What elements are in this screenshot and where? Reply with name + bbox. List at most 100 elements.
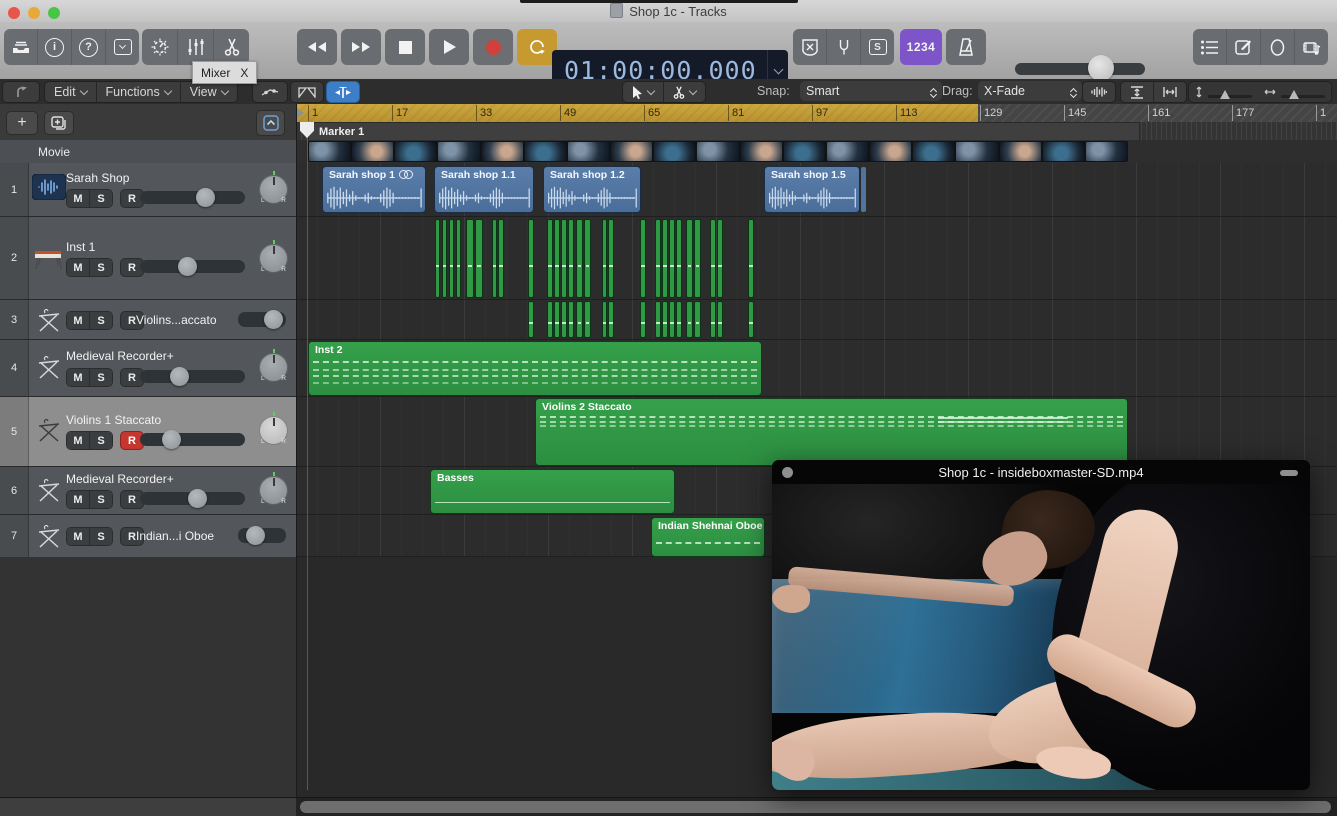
solo-mode-button[interactable]: S: [861, 29, 894, 65]
mute-button[interactable]: M: [67, 432, 89, 449]
midi-region-slice[interactable]: [456, 219, 461, 298]
play-button[interactable]: [429, 29, 469, 65]
midi-region-slice[interactable]: [449, 219, 454, 298]
mute-button[interactable]: M: [67, 491, 89, 508]
editors-button[interactable]: [214, 29, 249, 65]
track-name[interactable]: Violins...accato: [136, 313, 217, 327]
panel-divider[interactable]: [296, 104, 297, 797]
midi-region-slice[interactable]: [547, 301, 553, 338]
midi-region-slice[interactable]: [435, 219, 440, 298]
view-menu[interactable]: View: [181, 82, 237, 102]
volume-thumb[interactable]: [196, 188, 215, 207]
marker-region[interactable]: Marker 1: [308, 122, 1140, 141]
toolbar-toggle-button[interactable]: [106, 29, 139, 65]
midi-region-slice[interactable]: [676, 219, 682, 298]
audio-region[interactable]: Sarah shop 1.5: [764, 166, 860, 213]
movie-filmstrip[interactable]: [308, 141, 1128, 162]
track-header-1[interactable]: 1 Sarah Shop MS R LR: [0, 163, 296, 217]
audio-region-fragment[interactable]: [861, 167, 866, 212]
midi-region-slice[interactable]: [602, 219, 607, 298]
midi-region-slice[interactable]: [669, 219, 675, 298]
volume-thumb[interactable]: [178, 257, 197, 276]
smart-controls-button[interactable]: [142, 29, 178, 65]
midi-region-slice[interactable]: [676, 301, 682, 338]
midi-region-slice[interactable]: [528, 219, 534, 298]
track-name[interactable]: Violins 1 Staccato: [66, 413, 161, 427]
stop-button[interactable]: [385, 29, 425, 65]
solo-button[interactable]: S: [89, 491, 112, 508]
secondary-tool-menu[interactable]: [664, 82, 705, 102]
midi-region-slice[interactable]: [608, 219, 614, 298]
track-header-6[interactable]: 6 Medieval Recorder+ MS R LR: [0, 467, 296, 515]
midi-region-slice[interactable]: [466, 219, 474, 298]
midi-region[interactable]: Inst 2: [308, 341, 762, 396]
horizontal-scrollbar[interactable]: [0, 797, 1337, 816]
track-header-2[interactable]: 2 Inst 1 MS R LR: [0, 217, 296, 300]
waveform-zoom-button[interactable]: [1082, 81, 1116, 103]
pan-knob[interactable]: LR: [259, 353, 288, 382]
midi-region-slice[interactable]: [561, 301, 567, 338]
midi-region-slice[interactable]: [717, 219, 723, 298]
loop-browser-button[interactable]: [1261, 29, 1295, 65]
midi-region-slice[interactable]: [547, 219, 553, 298]
volume-thumb[interactable]: [246, 526, 265, 545]
midi-region-slice[interactable]: [686, 219, 693, 298]
midi-region-slice[interactable]: [710, 301, 716, 338]
pan-knob[interactable]: LR: [259, 476, 288, 505]
audio-region[interactable]: Sarah shop 1.1: [434, 166, 534, 213]
solo-button[interactable]: S: [89, 259, 112, 276]
track-volume-slider[interactable]: [140, 370, 245, 383]
pan-knob[interactable]: LR: [259, 416, 288, 445]
mute-button[interactable]: M: [67, 369, 89, 386]
track-volume-slider[interactable]: [238, 528, 286, 543]
volume-thumb[interactable]: [170, 367, 189, 386]
midi-region-slice[interactable]: [669, 301, 675, 338]
midi-region[interactable]: Basses: [430, 469, 675, 514]
input-monitor-button[interactable]: [793, 29, 827, 65]
midi-region-slice[interactable]: [492, 219, 497, 298]
track-name[interactable]: Medieval Recorder+: [66, 472, 174, 486]
horizontal-auto-zoom-button[interactable]: [1154, 82, 1186, 102]
vertical-auto-zoom-button[interactable]: [1121, 82, 1154, 102]
horizontal-zoom-thumb[interactable]: [1289, 90, 1299, 99]
midi-region-slice[interactable]: [561, 219, 567, 298]
marker-lane[interactable]: Marker 1: [296, 122, 1337, 141]
vertical-zoom-track[interactable]: [1208, 95, 1252, 98]
midi-region[interactable]: Violins 2 Staccato: [535, 398, 1128, 466]
quick-help-button[interactable]: ?: [72, 29, 106, 65]
video-titlebar[interactable]: Shop 1c - insideboxmaster-SD.mp4: [772, 460, 1310, 484]
midi-region-slice[interactable]: [576, 219, 583, 298]
audio-region[interactable]: Sarah shop 1.2: [543, 166, 641, 213]
track-name[interactable]: Inst 1: [66, 240, 95, 254]
midi-region-slice[interactable]: [442, 219, 447, 298]
midi-region-slice[interactable]: [568, 301, 574, 338]
pointer-tool-menu[interactable]: [623, 82, 664, 102]
track-header-7[interactable]: 7 MS R Indian...i Oboe: [0, 515, 296, 558]
track-volume-slider[interactable]: [140, 433, 245, 446]
add-track-button[interactable]: +: [6, 111, 38, 135]
midi-region-slice[interactable]: [655, 219, 661, 298]
midi-region-slice[interactable]: [748, 219, 754, 298]
video-options-button[interactable]: [1280, 470, 1298, 476]
midi-region-slice[interactable]: [576, 301, 583, 338]
bar-ruler[interactable]: 1 17 33 49 65 81 97 113 129 145 161 177 …: [296, 104, 1337, 122]
track-header-4[interactable]: 4 Medieval Recorder+ MS R LR: [0, 340, 296, 397]
pan-knob[interactable]: LR: [259, 244, 288, 273]
master-volume-thumb[interactable]: [1088, 55, 1114, 81]
midi-region-slice[interactable]: [694, 301, 701, 338]
solo-button[interactable]: S: [89, 190, 112, 207]
record-button[interactable]: [473, 29, 513, 65]
mute-button[interactable]: M: [67, 259, 89, 276]
video-window[interactable]: Shop 1c - insideboxmaster-SD.mp4: [772, 460, 1310, 790]
horizontal-zoom-slider[interactable]: [1258, 82, 1331, 102]
duplicate-track-button[interactable]: [44, 111, 74, 135]
functions-menu[interactable]: Functions: [97, 82, 181, 102]
solo-button[interactable]: S: [89, 432, 112, 449]
midi-region-slice[interactable]: [694, 219, 701, 298]
inspector-button[interactable]: i: [38, 29, 72, 65]
drag-select[interactable]: X-Fade: [978, 81, 1082, 101]
mute-button[interactable]: M: [67, 528, 89, 545]
volume-thumb[interactable]: [264, 310, 283, 329]
midi-region-slice[interactable]: [608, 301, 614, 338]
mixer-button[interactable]: [178, 29, 214, 65]
